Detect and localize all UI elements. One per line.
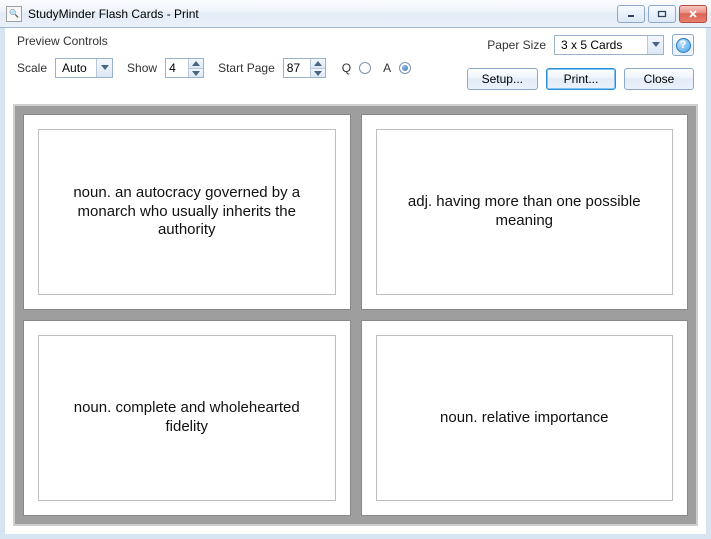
card: noun. complete and wholehearted fidelity: [23, 320, 351, 516]
window-buttons: [617, 5, 707, 23]
window-title: StudyMinder Flash Cards - Print: [28, 7, 617, 21]
card-text: noun. relative importance: [440, 409, 608, 428]
preview-area: noun. an autocracy governed by a monarch…: [13, 104, 698, 526]
scale-combo[interactable]: Auto: [55, 58, 113, 78]
action-buttons-row: Setup... Print... Close: [467, 68, 694, 90]
paper-size-row: Paper Size 3 x 5 Cards ?: [487, 34, 694, 56]
show-input[interactable]: [166, 59, 188, 77]
a-radio[interactable]: [399, 62, 411, 74]
paper-size-value: 3 x 5 Cards: [555, 38, 628, 52]
app-icon: [6, 6, 22, 22]
preview-wrap: noun. an autocracy governed by a monarch…: [5, 100, 706, 534]
show-spinner[interactable]: [165, 58, 204, 78]
preview-controls-row: Scale Auto Show Start Page: [17, 58, 411, 78]
card-inner: noun. complete and wholehearted fidelity: [38, 335, 336, 501]
chevron-down-icon: [647, 36, 663, 54]
start-page-spinner[interactable]: [283, 58, 326, 78]
start-page-label: Start Page: [218, 61, 275, 75]
card-text: noun. complete and wholehearted fidelity: [63, 399, 311, 437]
help-button[interactable]: ?: [672, 34, 694, 56]
client-area: Preview Controls Scale Auto Show: [0, 28, 711, 539]
titlebar: StudyMinder Flash Cards - Print: [0, 0, 711, 28]
card-text: noun. an autocracy governed by a monarch…: [63, 184, 311, 240]
a-label: A: [383, 61, 391, 75]
preview-controls-label: Preview Controls: [17, 34, 411, 48]
chevron-down-icon: [96, 59, 112, 77]
start-page-spin-up[interactable]: [311, 59, 325, 68]
help-icon: ?: [676, 38, 691, 53]
maximize-icon: [657, 10, 667, 18]
card-inner: adj. having more than one possible meani…: [376, 129, 674, 295]
scale-label: Scale: [17, 61, 47, 75]
scale-value: Auto: [56, 61, 93, 75]
paper-size-combo[interactable]: 3 x 5 Cards: [554, 35, 664, 55]
card: noun. relative importance: [361, 320, 689, 516]
setup-button[interactable]: Setup...: [467, 68, 538, 90]
q-radio[interactable]: [359, 62, 371, 74]
minimize-button[interactable]: [617, 5, 645, 23]
toolbar-right: Paper Size 3 x 5 Cards ? Setup... Print.…: [467, 34, 694, 90]
maximize-button[interactable]: [648, 5, 676, 23]
card-text: adj. having more than one possible meani…: [401, 193, 649, 231]
toolbar: Preview Controls Scale Auto Show: [5, 28, 706, 100]
show-spin-down[interactable]: [189, 68, 203, 77]
card: adj. having more than one possible meani…: [361, 114, 689, 310]
print-button[interactable]: Print...: [546, 68, 616, 90]
show-spin-up[interactable]: [189, 59, 203, 68]
close-button[interactable]: Close: [624, 68, 694, 90]
card: noun. an autocracy governed by a monarch…: [23, 114, 351, 310]
close-window-button[interactable]: [679, 5, 707, 23]
cards-grid: noun. an autocracy governed by a monarch…: [23, 114, 688, 516]
minimize-icon: [626, 10, 636, 18]
show-label: Show: [127, 61, 157, 75]
card-inner: noun. relative importance: [376, 335, 674, 501]
paper-size-label: Paper Size: [487, 38, 546, 52]
start-page-input[interactable]: [284, 59, 310, 77]
q-label: Q: [342, 61, 351, 75]
card-inner: noun. an autocracy governed by a monarch…: [38, 129, 336, 295]
toolbar-left: Preview Controls Scale Auto Show: [17, 34, 411, 78]
start-page-spin-down[interactable]: [311, 68, 325, 77]
close-icon: [688, 9, 698, 19]
